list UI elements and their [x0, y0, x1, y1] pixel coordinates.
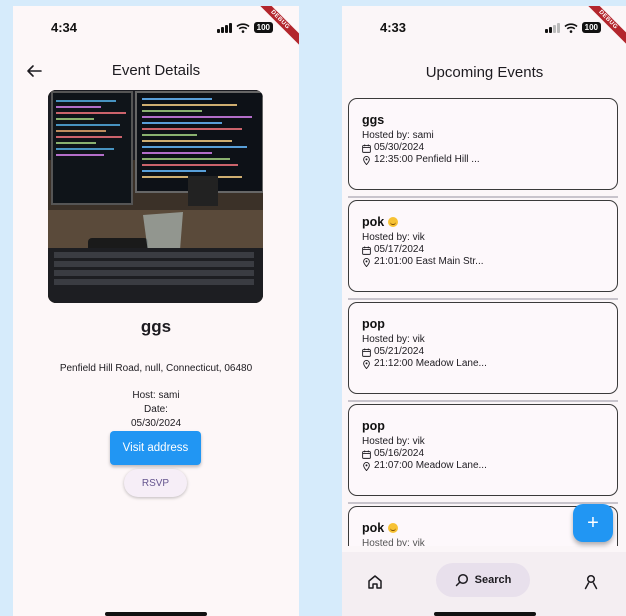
list-divider — [348, 196, 618, 198]
upcoming-events-screen: 4:33 100 DEBUG Upcoming Events ggs Hoste… — [342, 6, 626, 616]
page-title: Upcoming Events — [425, 64, 544, 81]
rsvp-button[interactable]: RSVP — [124, 469, 187, 497]
event-card-date: 05/16/2024 — [374, 448, 425, 459]
location-pin-icon — [363, 359, 370, 369]
event-card[interactable]: pop Hosted by: vik 05/21/2024 21:12:00 M… — [348, 302, 618, 394]
smiley-icon — [388, 217, 399, 227]
event-date: 05/30/2024 — [130, 418, 182, 429]
wifi-icon — [236, 22, 250, 33]
status-time: 4:33 — [380, 20, 407, 35]
date-label: Date: — [144, 404, 168, 415]
event-list[interactable]: ggs Hosted by: sami 05/30/2024 12:35:00 … — [342, 96, 626, 546]
person-icon[interactable] — [582, 573, 600, 591]
wifi-icon — [564, 22, 578, 33]
event-card-location: 21:12:00 Meadow Lane... — [374, 358, 487, 369]
home-indicator — [105, 612, 207, 616]
event-card-host: Hosted by: sami — [362, 130, 434, 141]
nav-search-label: Search — [474, 574, 512, 586]
event-details-screen: 4:34 100 DEBUG Event Details ggs Penfiel… — [13, 6, 299, 616]
event-card-date: 05/30/2024 — [374, 142, 425, 153]
event-card-location: 21:07:00 Meadow Lane... — [374, 460, 487, 471]
page-title: Event Details — [111, 62, 201, 79]
visit-address-button[interactable]: Visit address — [110, 431, 201, 465]
signal-icon — [544, 22, 560, 33]
event-card-date: 05/17/2024 — [374, 244, 425, 255]
location-pin-icon — [363, 155, 370, 165]
list-divider — [348, 400, 618, 402]
smiley-icon — [388, 523, 399, 533]
event-card[interactable]: ggs Hosted by: sami 05/30/2024 12:35:00 … — [348, 98, 618, 190]
add-event-button[interactable]: + — [573, 504, 613, 542]
home-icon[interactable] — [366, 573, 384, 591]
event-card-title: pok — [362, 521, 385, 535]
calendar-icon — [362, 245, 371, 255]
nav-search-tab[interactable]: Search — [436, 563, 530, 597]
event-card-title: pop — [362, 317, 385, 331]
event-card-date: 05/21/2024 — [374, 346, 425, 357]
home-indicator — [433, 612, 536, 616]
desk-setup-photo — [48, 90, 263, 303]
signal-icon — [216, 22, 232, 33]
debug-banner: DEBUG — [249, 6, 299, 56]
debug-banner: DEBUG — [577, 6, 626, 56]
event-card-title: pop — [362, 419, 385, 433]
event-card-host: Hosted by: vik — [362, 436, 425, 447]
calendar-icon — [362, 347, 371, 357]
event-card-host: Hosted by: vik — [362, 334, 425, 345]
event-name: ggs — [140, 317, 172, 336]
bottom-navigation: Search — [342, 552, 626, 616]
location-pin-icon — [363, 257, 370, 267]
event-address: Penfield Hill Road, null, Connecticut, 0… — [59, 363, 253, 374]
event-card-host: Hosted by: vik — [362, 538, 425, 546]
event-card-location: 21:01:00 East Main Str... — [374, 256, 484, 267]
event-card[interactable]: pop Hosted by: vik 05/16/2024 21:07:00 M… — [348, 404, 618, 496]
event-card-title: ggs — [362, 113, 385, 127]
search-icon — [455, 573, 468, 587]
event-card[interactable]: pok Hosted by: vik 05/17/2024 21:01:00 E… — [348, 200, 618, 292]
event-card-location: 12:35:00 Penfield Hill ... — [374, 154, 480, 165]
event-host: Host: sami — [132, 390, 180, 401]
calendar-icon — [362, 143, 371, 153]
event-card-host: Hosted by: vik — [362, 232, 425, 243]
event-image — [48, 90, 263, 303]
list-divider — [348, 298, 618, 300]
location-pin-icon — [363, 461, 370, 471]
list-divider — [348, 502, 618, 504]
event-card-title: pok — [362, 215, 385, 229]
calendar-icon — [362, 449, 371, 459]
status-time: 4:34 — [51, 20, 78, 35]
